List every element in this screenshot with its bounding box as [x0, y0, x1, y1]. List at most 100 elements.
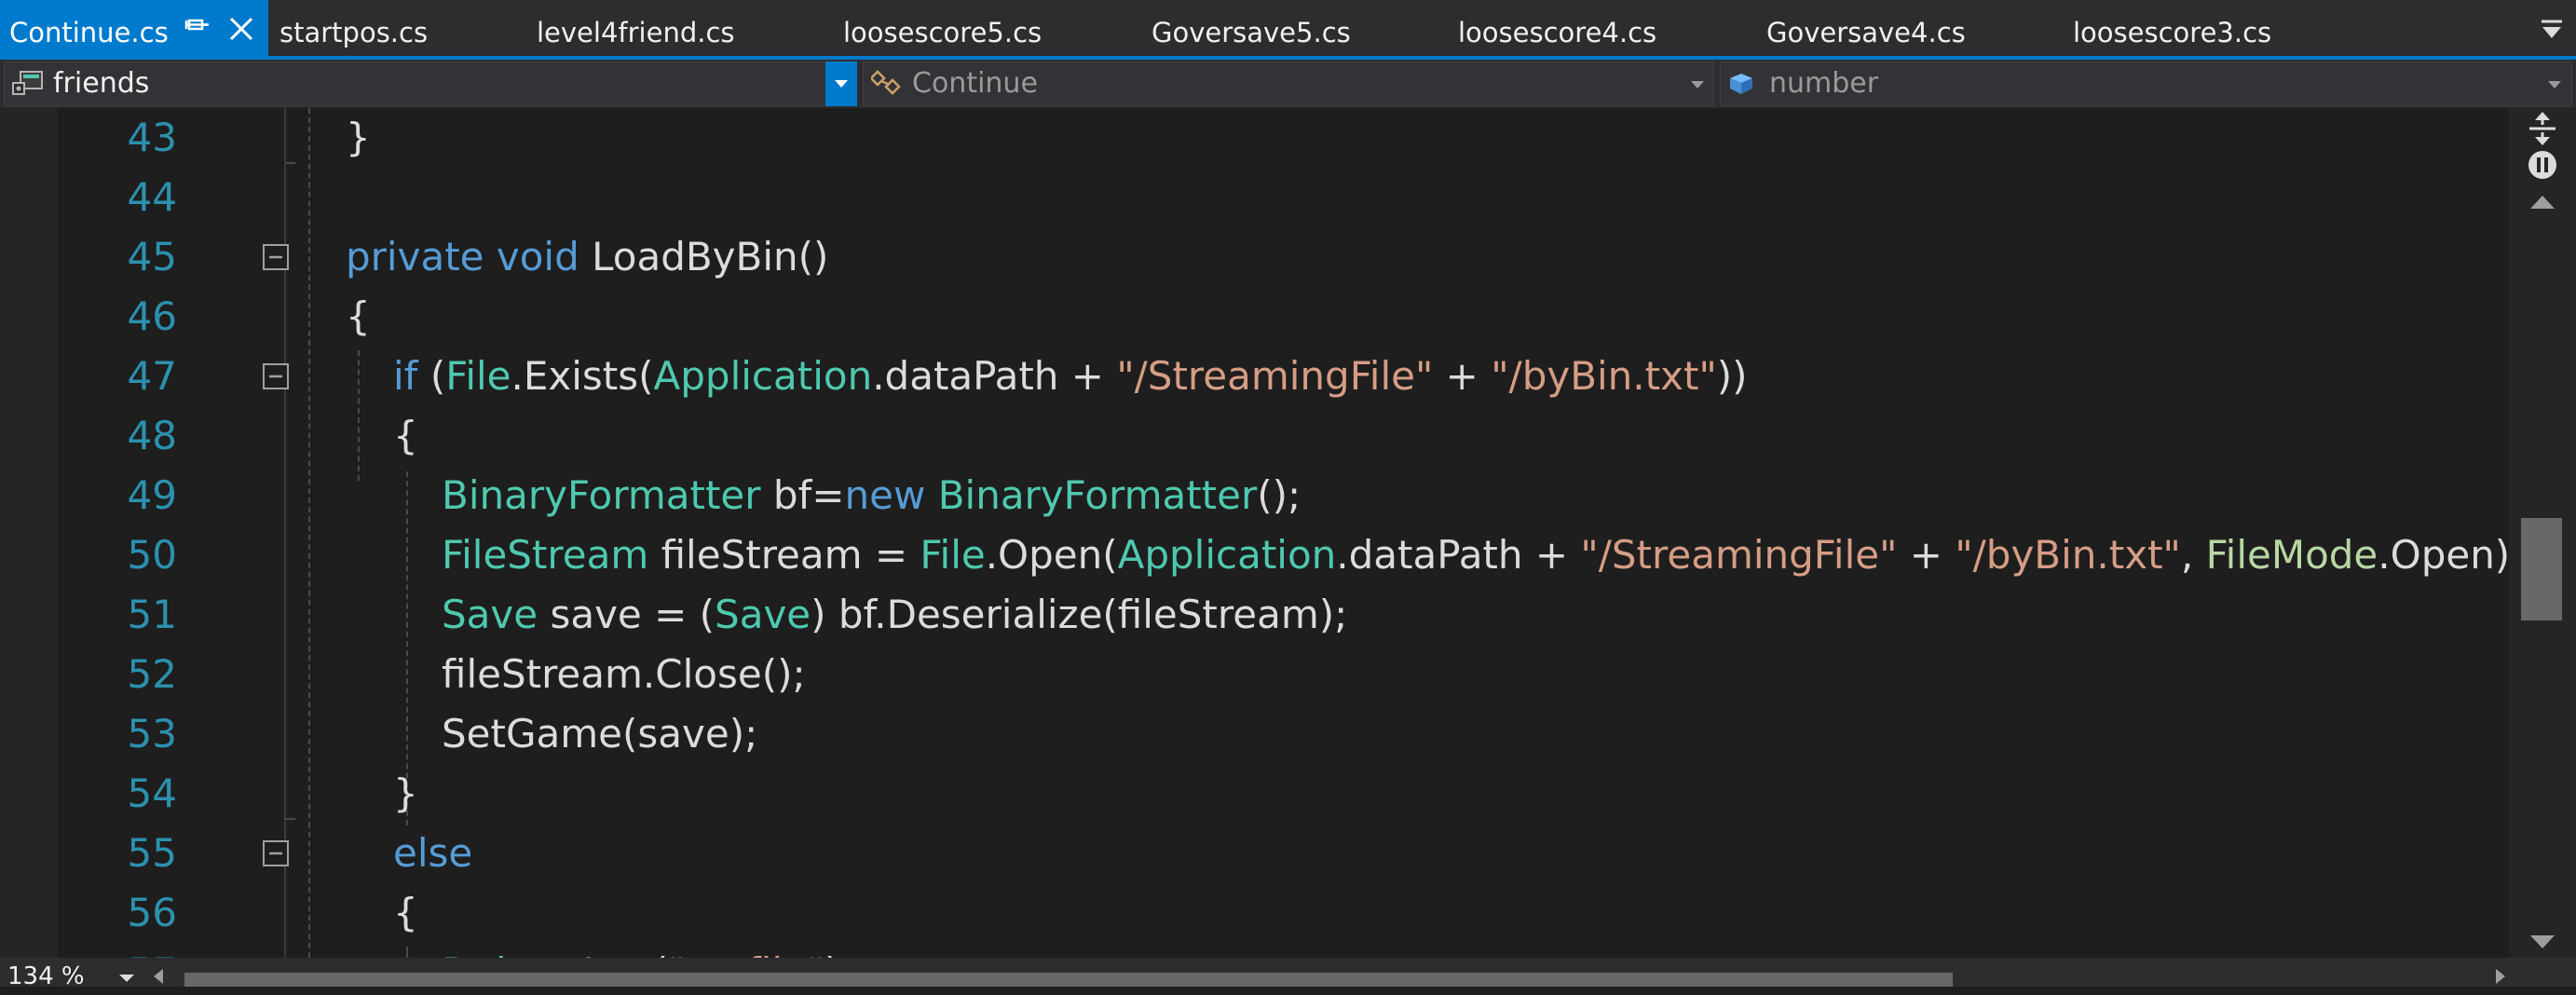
- tab-loosescore5-cs[interactable]: loosescore5.cs: [834, 0, 1132, 56]
- class-dropdown[interactable]: Continue: [863, 61, 1714, 106]
- tab-goversave5-cs[interactable]: Goversave5.cs: [1142, 0, 1440, 56]
- code-token: ();: [1257, 472, 1302, 518]
- code-editor[interactable]: 43 } 44 45 private void LoadByBin() 46 {…: [0, 108, 2509, 958]
- line-number: 52: [127, 651, 177, 697]
- split-window-icon[interactable]: [2524, 110, 2561, 147]
- code-token: .dataPath +: [1336, 532, 1581, 578]
- code-token: "/byBin.txt": [1955, 532, 2181, 578]
- close-icon[interactable]: [227, 15, 255, 43]
- chevron-down-icon: [835, 80, 848, 88]
- tab-continue-cs[interactable]: Continue.cs: [0, 0, 268, 56]
- code-token: +: [1433, 353, 1492, 399]
- line-number: 53: [127, 711, 177, 756]
- code-token: .dataPath +: [872, 353, 1117, 399]
- code-token: "/byBin.txt": [1491, 353, 1717, 399]
- code-text: }: [393, 764, 418, 824]
- code-token: {: [393, 890, 418, 935]
- line-number: 55: [127, 830, 177, 876]
- code-token: Application: [1117, 532, 1337, 578]
- code-token: "/StreamingFile": [1116, 353, 1434, 399]
- code-text: FileStream fileStream = File.Open(Applic…: [442, 525, 2509, 585]
- tab-loosescore3-cs[interactable]: loosescore3.cs: [2064, 0, 2362, 56]
- code-text: {: [393, 883, 418, 943]
- code-token: FileStream: [442, 532, 649, 578]
- line-number: 47: [127, 353, 177, 399]
- code-token: Save: [715, 592, 811, 637]
- line-number: 57: [56, 943, 177, 958]
- line-number: 49: [127, 472, 177, 518]
- code-text: private void LoadByBin(): [346, 227, 828, 287]
- code-token: Application: [653, 353, 873, 399]
- line-number: 51: [127, 592, 177, 637]
- code-line: 53 SetGame(save);: [0, 704, 2509, 764]
- project-dropdown-button[interactable]: [825, 61, 857, 106]
- vertical-scroll-thumb[interactable]: [2521, 518, 2562, 620]
- scroll-up-arrow-icon[interactable]: [2527, 192, 2558, 214]
- member-dropdown[interactable]: number: [1720, 61, 2572, 106]
- code-text: if (File.Exists(Application.dataPath + "…: [393, 347, 1748, 406]
- member-name: number: [1769, 67, 1879, 100]
- collapse-icon[interactable]: [262, 243, 290, 271]
- code-token: BinaryFormatter: [442, 472, 761, 518]
- code-line: 46 {: [0, 287, 2509, 347]
- code-text: BinaryFormatter bf=new BinaryFormatter()…: [442, 466, 1301, 525]
- class-icon: [871, 70, 901, 95]
- code-line: 45 private void LoadByBin(): [0, 227, 2509, 287]
- code-line: 51 Save save = (Save) bf.Deserialize(fil…: [0, 585, 2509, 645]
- code-text: fileStream.Close();: [442, 645, 806, 704]
- code-token: File: [445, 353, 511, 399]
- code-line: 43 }: [0, 108, 2509, 168]
- code-line: 56 {: [0, 883, 2509, 943]
- code-token: }: [393, 770, 418, 816]
- code-token: File: [920, 532, 986, 578]
- tab-level4friend-cs[interactable]: level4friend.cs: [527, 0, 825, 56]
- collapse-icon[interactable]: [262, 362, 290, 390]
- code-text: Debug.Log("no file");: [442, 943, 853, 958]
- scroll-down-arrow-icon[interactable]: [2527, 930, 2558, 952]
- code-line: 57 Debug.Log("no file");: [0, 943, 2509, 958]
- code-token: .Log(: [570, 949, 668, 958]
- code-token: )): [1716, 353, 1748, 399]
- pin-icon[interactable]: [184, 13, 209, 43]
- pause-icon[interactable]: [2527, 149, 2558, 181]
- code-token: Debug: [442, 949, 570, 958]
- tab-loosescore4-cs[interactable]: loosescore4.cs: [1449, 0, 1747, 56]
- tab-startpos-cs[interactable]: startpos.cs: [270, 0, 522, 56]
- scroll-right-arrow-icon[interactable]: [2493, 967, 2508, 986]
- code-text: SetGame(save);: [442, 704, 757, 764]
- navigation-bar: friends Continue number: [0, 60, 2576, 108]
- code-line: 49 BinaryFormatter bf=new BinaryFormatte…: [0, 466, 2509, 525]
- code-token: Save: [442, 592, 538, 637]
- field-icon: [1730, 74, 1752, 94]
- code-token: private: [346, 234, 484, 279]
- line-number: 56: [127, 890, 177, 935]
- project-dropdown[interactable]: friends: [4, 61, 857, 106]
- tab-overflow-chevron-icon[interactable]: [2540, 19, 2564, 41]
- code-token: {: [346, 293, 371, 339]
- code-line: 50 FileStream fileStream = File.Open(App…: [0, 525, 2509, 585]
- line-number: 45: [127, 234, 177, 279]
- code-token: save = (: [538, 592, 716, 637]
- collapse-icon[interactable]: [262, 839, 290, 867]
- line-number: 48: [127, 413, 177, 458]
- code-token: .Exists(: [511, 353, 654, 399]
- document-tab-bar: Continue.cs startpos.cs level4friend.cs …: [0, 0, 2576, 56]
- code-text: }: [346, 108, 371, 168]
- code-text: {: [393, 406, 418, 466]
- chevron-down-icon: [1691, 81, 1704, 89]
- code-line: 44: [0, 168, 2509, 227]
- code-text: {: [346, 287, 371, 347]
- scroll-left-arrow-icon[interactable]: [151, 967, 166, 986]
- chevron-down-icon[interactable]: [117, 973, 136, 984]
- class-name: Continue: [912, 67, 1038, 100]
- tab-goversave4-cs[interactable]: Goversave4.cs: [1757, 0, 2055, 56]
- code-text: Save save = (Save) bf.Deserialize(fileSt…: [442, 585, 1347, 645]
- horizontal-scroll-thumb[interactable]: [184, 973, 1953, 987]
- code-line: 55 else: [0, 824, 2509, 883]
- code-line: 54 }: [0, 764, 2509, 824]
- code-token: FileMode: [2205, 532, 2378, 578]
- code-line: 47 if (File.Exists(Application.dataPath …: [0, 347, 2509, 406]
- code-token: .Open);: [2378, 532, 2509, 578]
